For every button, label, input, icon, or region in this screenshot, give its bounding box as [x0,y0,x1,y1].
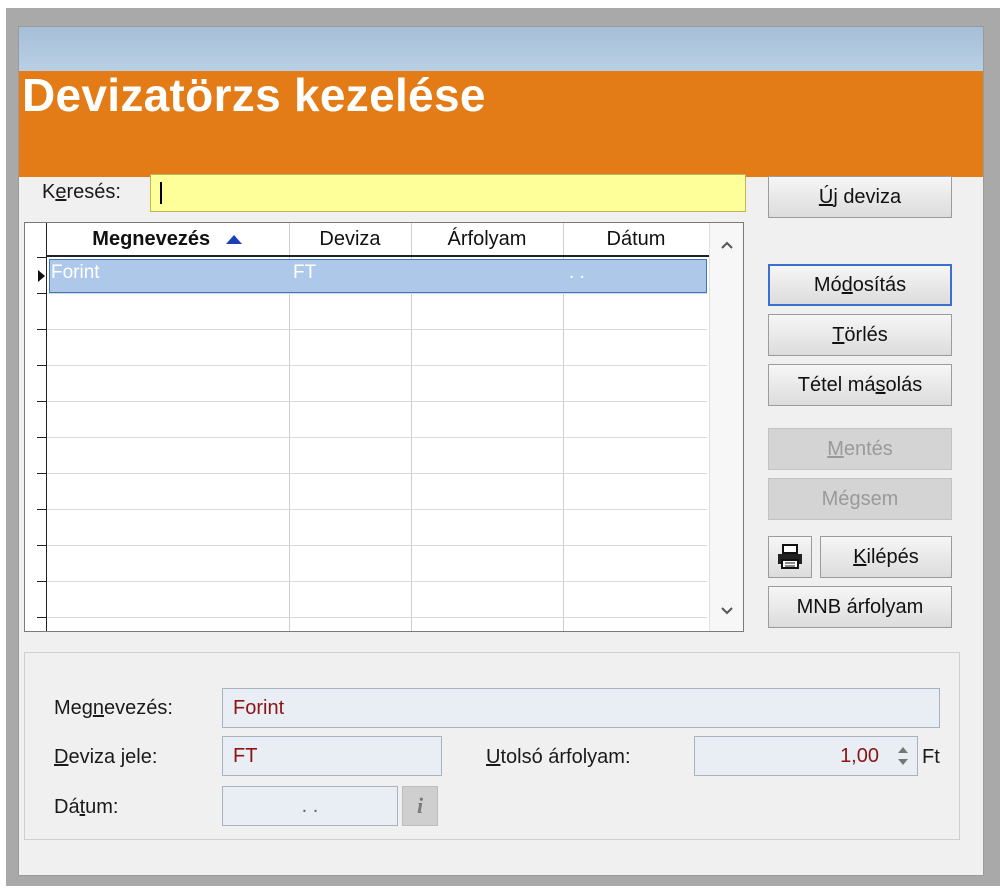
btn-label-pre: Mé [821,488,850,510]
triangle-up-icon [225,235,242,244]
row-indicator-column [25,223,47,631]
label-key: D [54,746,69,768]
column-header-label: Dátum [606,228,666,250]
cell-datum: . . [569,262,585,283]
currency-grid[interactable]: Megnevezés Deviza Árfolyam Dátum Forint … [24,222,744,632]
row-tick [37,365,47,366]
btn-label-key: Ú [818,186,834,208]
column-header-label: Árfolyam [447,228,527,250]
row-divider [47,581,707,582]
column-header-deviza[interactable]: Deviza [289,223,411,257]
row-divider [47,329,707,330]
column-header-arfolyam[interactable]: Árfolyam [411,223,563,257]
btn-label-post: sem [860,488,899,510]
page-title: Devizatörzs kezelése [22,69,486,121]
label-pre: Meg [54,697,93,719]
row-divider [47,473,707,474]
btn-label-post: olás [885,374,923,396]
row-tick [37,257,47,258]
row-divider [47,293,707,294]
search-label-key: e [55,181,67,203]
currency-code-field[interactable]: FT [222,736,442,776]
chevron-down-icon[interactable] [710,595,743,625]
label-post: evezés: [104,697,173,719]
name-label: Megnevezés: [54,697,173,720]
exit-button[interactable]: Kilépés [820,536,952,578]
row-tick [37,509,47,510]
row-tick [37,437,47,438]
btn-label-pre: Tétel má [797,374,876,396]
current-row-arrow-icon [38,270,45,282]
btn-label-key: d [841,274,853,296]
label-post: um: [85,796,119,818]
row-divider [47,401,707,402]
vertical-scrollbar[interactable] [709,223,743,631]
row-tick [37,293,47,294]
cell-megnevezes: Forint [51,262,100,283]
row-tick [37,581,47,582]
btn-label-post: entés [843,438,893,460]
search-label: Keresés: [42,181,121,204]
row-tick [37,545,47,546]
mnb-rate-button[interactable]: MNB árfolyam [768,586,952,628]
delete-button[interactable]: Törlés [768,314,952,356]
btn-label-key: g [849,488,861,510]
cancel-button[interactable]: Mégsem [768,478,952,520]
spinner-arrows-icon [898,747,908,765]
name-field[interactable]: Forint [222,688,940,728]
table-row[interactable] [49,259,707,293]
row-divider [47,617,707,618]
btn-label-key: M [827,438,844,460]
column-header-label: Megnevezés [92,228,211,250]
row-tick [37,329,47,330]
column-header-megnevezes[interactable]: Megnevezés [47,223,289,257]
label-post: tolsó árfolyam: [500,746,631,768]
label-pre: Dá [54,796,80,818]
copy-item-button[interactable]: Tétel másolás [768,364,952,406]
row-divider [47,509,707,510]
info-icon[interactable]: i [402,786,438,826]
btn-label-post: j deviza [833,186,902,208]
row-tick [37,473,47,474]
row-tick [37,401,47,402]
date-field[interactable]: . . [222,786,398,826]
btn-label-post: osítás [852,274,907,296]
btn-label-key: T [832,324,845,346]
last-rate-field[interactable]: 1,00 [694,736,918,776]
search-input[interactable] [150,174,746,212]
btn-label-key: K [853,546,867,568]
search-label-post: resés: [66,181,121,203]
btn-label-key: s [875,374,886,396]
chevron-up-icon[interactable] [710,229,743,259]
column-header-label: Deviza [319,228,381,250]
date-label: Dátum: [54,796,118,819]
row-tick [37,617,47,618]
label-key: n [92,697,105,719]
rate-unit: Ft [922,746,940,768]
new-currency-button[interactable]: Új deviza [768,176,952,218]
btn-label-pre: Mó [813,274,842,296]
last-rate-label: Utolsó árfolyam: [486,746,631,769]
search-label-pre: K [42,181,56,203]
save-button[interactable]: Mentés [768,428,952,470]
code-label: Deviza jele: [54,746,157,769]
column-header-datum[interactable]: Dátum [563,223,709,257]
text-caret [160,182,162,204]
cell-deviza: FT [293,262,317,283]
title-strip [19,27,983,71]
label-post: eviza jele: [68,746,158,768]
printer-icon [778,544,802,569]
label-key: U [486,746,501,768]
print-button[interactable] [768,536,812,578]
btn-label-post: ilépés [866,546,919,568]
modify-button[interactable]: Módosítás [768,264,952,306]
btn-label-post: örlés [844,324,888,346]
row-divider [47,437,707,438]
rate-spinner[interactable] [892,740,914,772]
row-divider [47,365,707,366]
row-divider [47,545,707,546]
